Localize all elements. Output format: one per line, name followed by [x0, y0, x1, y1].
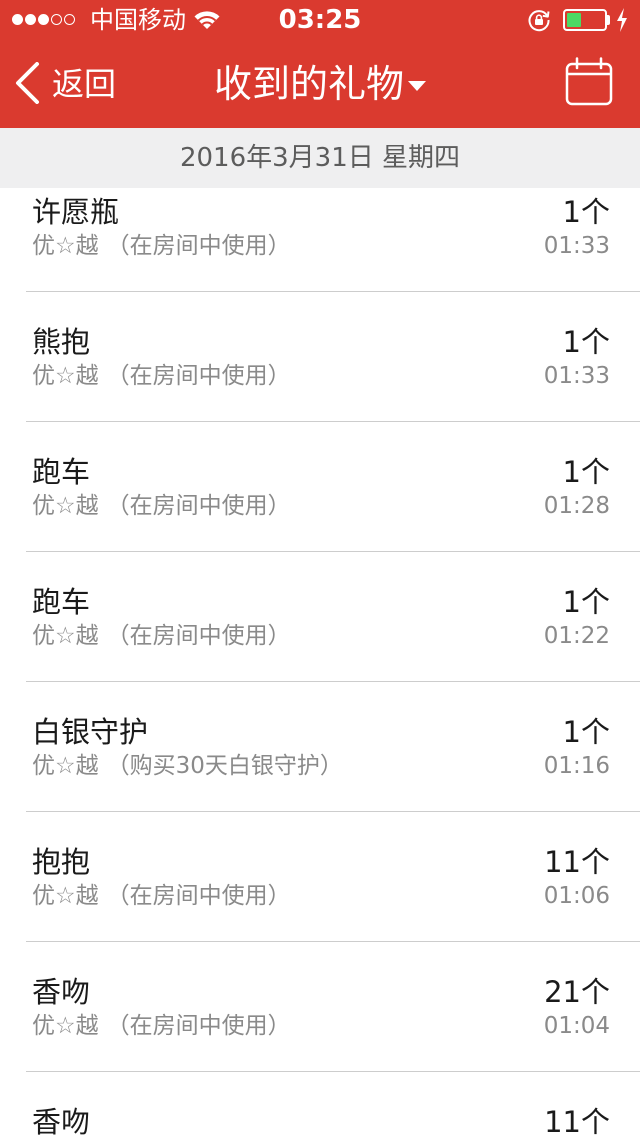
- gift-time: 01:33: [543, 363, 610, 389]
- gift-detail: 优☆越 （在房间中使用）: [32, 1013, 291, 1039]
- signal-dot: [25, 14, 36, 25]
- battery-level-track: [567, 13, 603, 27]
- date-section-header: 2016年3月31日 星期四: [0, 128, 640, 188]
- gift-time: 01:22: [543, 623, 610, 649]
- gift-name: 跑车: [32, 585, 91, 619]
- gift-count: 11个: [544, 1105, 610, 1136]
- signal-dot: [38, 14, 49, 25]
- gift-detail: 优☆越 （在房间中使用）: [32, 363, 291, 389]
- charging-bolt-icon: [617, 8, 627, 32]
- gift-row: 跑车 优☆越 （在房间中使用） 1个 01:22: [0, 552, 640, 682]
- chevron-left-icon: [16, 62, 39, 104]
- back-label: 返回: [52, 65, 117, 103]
- caret-down-icon: [408, 81, 426, 91]
- battery-level-fill: [567, 13, 582, 27]
- gift-note: （在房间中使用）: [106, 1013, 291, 1039]
- gift-name: 跑车: [32, 455, 91, 489]
- section-date: 2016年3月31日 星期四: [179, 143, 461, 173]
- gift-note: （在房间中使用）: [106, 883, 291, 909]
- gift-count: 1个: [562, 455, 610, 489]
- gift-time: 01:33: [543, 233, 610, 259]
- gift-time: 01:04: [543, 1013, 610, 1039]
- status-bar: 中国移动 03:25: [0, 0, 640, 40]
- gift-count: 11个: [544, 845, 610, 879]
- gift-row: 跑车 优☆越 （在房间中使用） 1个 01:28: [0, 422, 640, 552]
- gift-detail: 优☆越 （在房间中使用）: [32, 233, 291, 259]
- gift-sender: 优☆越: [32, 233, 99, 259]
- gift-time: 01:28: [543, 493, 610, 519]
- title-dropdown[interactable]: 收到的礼物: [160, 40, 480, 128]
- battery-icon: [563, 9, 607, 31]
- gift-name: 白银守护: [32, 715, 149, 749]
- navigation-bar: 返回 收到的礼物: [0, 40, 640, 128]
- signal-strength-indicator: [12, 14, 77, 26]
- gift-sender: 优☆越: [32, 883, 99, 909]
- gift-count: 1个: [562, 325, 610, 359]
- gift-row: 香吻 优☆越 （在房间中使用） 21个 01:04: [0, 942, 640, 1072]
- back-button[interactable]: 返回: [0, 40, 140, 128]
- gift-count: 1个: [562, 585, 610, 619]
- gift-list-content: 许愿瓶 优☆越 （在房间中使用） 1个 01:33 熊抱 优☆越 （在房间中使用） …: [0, 188, 640, 1136]
- carrier-name: 中国移动: [90, 6, 186, 34]
- gift-sender: 优☆越: [32, 1013, 99, 1039]
- gift-row: 白银守护 优☆越 （购买30天白银守护） 1个 01:16: [0, 682, 640, 812]
- gift-time: 01:06: [543, 883, 610, 909]
- signal-dot: [64, 14, 75, 25]
- gift-count: 21个: [544, 975, 610, 1009]
- gift-row: 许愿瓶 优☆越 （在房间中使用） 1个 01:33: [0, 188, 640, 292]
- gift-sender: 优☆越: [32, 753, 99, 779]
- gift-name: 熊抱: [32, 325, 91, 359]
- gift-count: 1个: [562, 195, 610, 229]
- gift-sender: 优☆越: [32, 493, 99, 519]
- gift-row: 熊抱 优☆越 （在房间中使用） 1个 01:33: [0, 292, 640, 422]
- top-bar: 中国移动 03:25 返回 收到的礼物: [0, 0, 640, 128]
- gift-name: 香吻: [32, 1105, 91, 1136]
- wifi-icon: [194, 11, 220, 29]
- gift-count: 1个: [562, 715, 610, 749]
- gift-row: 抱抱 优☆越 （在房间中使用） 11个 01:06: [0, 812, 640, 942]
- gift-note: （在房间中使用）: [106, 363, 291, 389]
- gift-sender: 优☆越: [32, 623, 99, 649]
- gift-detail: 优☆越 （购买30天白银守护）: [32, 753, 343, 779]
- signal-dot: [12, 14, 23, 25]
- gift-sender: 优☆越: [32, 363, 99, 389]
- gift-row: 香吻 11个: [0, 1072, 640, 1136]
- gift-detail: 优☆越 （在房间中使用）: [32, 623, 291, 649]
- gift-detail: 优☆越 （在房间中使用）: [32, 883, 291, 909]
- gift-note: （在房间中使用）: [106, 493, 291, 519]
- gift-name: 香吻: [32, 975, 91, 1009]
- signal-dot: [51, 14, 62, 25]
- page-title: 收到的礼物: [213, 62, 404, 106]
- orientation-lock-icon: [528, 10, 550, 32]
- app-screen: 中国移动 03:25 返回 收到的礼物 2016年3月31日 星期四 许愿瓶 优…: [0, 0, 640, 1136]
- gift-note: （在房间中使用）: [106, 623, 291, 649]
- gift-note: （购买30天白银守护）: [106, 753, 343, 779]
- gift-list[interactable]: 许愿瓶 优☆越 （在房间中使用） 1个 01:33 熊抱 优☆越 （在房间中使用） …: [0, 188, 640, 1136]
- status-time: 03:25: [278, 5, 362, 35]
- gift-name: 许愿瓶: [32, 195, 120, 229]
- gift-time: 01:16: [543, 753, 610, 779]
- battery-nub: [607, 15, 610, 25]
- calendar-icon[interactable]: [564, 57, 614, 107]
- gift-note: （在房间中使用）: [106, 233, 291, 259]
- gift-name: 抱抱: [32, 845, 91, 879]
- gift-detail: 优☆越 （在房间中使用）: [32, 493, 291, 519]
